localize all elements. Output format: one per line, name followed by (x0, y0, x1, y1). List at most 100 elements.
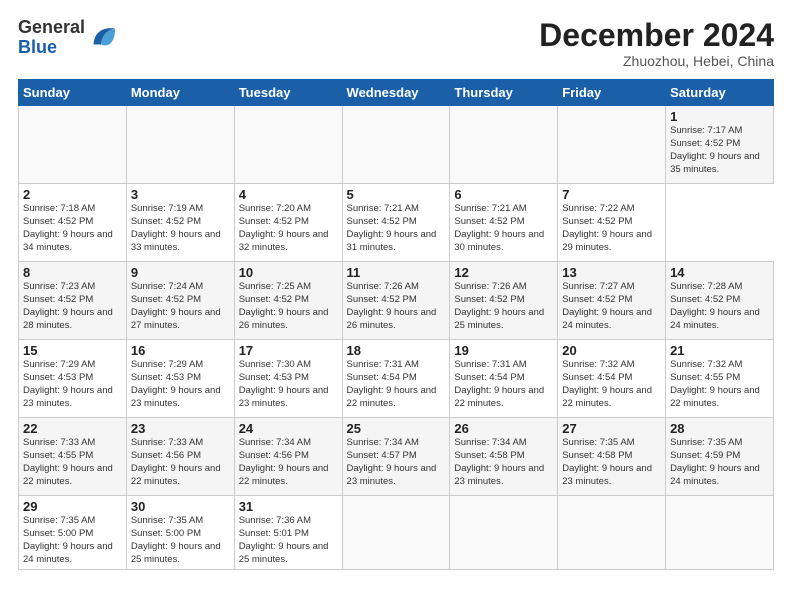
day-info: Sunrise: 7:34 AMSunset: 4:56 PMDaylight:… (239, 437, 329, 486)
day-info: Sunrise: 7:29 AMSunset: 4:53 PMDaylight:… (23, 359, 113, 408)
col-tuesday: Tuesday (234, 80, 342, 106)
day-info: Sunrise: 7:35 AMSunset: 5:00 PMDaylight:… (131, 515, 221, 564)
col-thursday: Thursday (450, 80, 558, 106)
day-info: Sunrise: 7:32 AMSunset: 4:54 PMDaylight:… (562, 359, 652, 408)
day-info: Sunrise: 7:29 AMSunset: 4:53 PMDaylight:… (131, 359, 221, 408)
day-info: Sunrise: 7:31 AMSunset: 4:54 PMDaylight:… (454, 359, 544, 408)
day-number: 8 (23, 265, 122, 280)
table-row: 25Sunrise: 7:34 AMSunset: 4:57 PMDayligh… (342, 418, 450, 496)
table-row: 4Sunrise: 7:20 AMSunset: 4:52 PMDaylight… (234, 184, 342, 262)
title-block: December 2024 Zhuozhou, Hebei, China (539, 18, 774, 69)
calendar-table: Sunday Monday Tuesday Wednesday Thursday… (18, 79, 774, 570)
day-info: Sunrise: 7:19 AMSunset: 4:52 PMDaylight:… (131, 203, 221, 252)
table-row: 30Sunrise: 7:35 AMSunset: 5:00 PMDayligh… (126, 496, 234, 570)
day-info: Sunrise: 7:24 AMSunset: 4:52 PMDaylight:… (131, 281, 221, 330)
col-friday: Friday (558, 80, 666, 106)
day-number: 11 (347, 265, 446, 280)
day-number: 7 (562, 187, 661, 202)
day-info: Sunrise: 7:26 AMSunset: 4:52 PMDaylight:… (347, 281, 437, 330)
day-number: 19 (454, 343, 553, 358)
day-number: 26 (454, 421, 553, 436)
day-number: 16 (131, 343, 230, 358)
table-row: 24Sunrise: 7:34 AMSunset: 4:56 PMDayligh… (234, 418, 342, 496)
page-header: General Blue December 2024 Zhuozhou, Heb… (18, 18, 774, 69)
day-number: 1 (670, 109, 769, 124)
day-number: 18 (347, 343, 446, 358)
day-number: 17 (239, 343, 338, 358)
day-number: 2 (23, 187, 122, 202)
table-row: 8Sunrise: 7:23 AMSunset: 4:52 PMDaylight… (19, 262, 127, 340)
empty-cell (558, 106, 666, 184)
empty-cell (342, 106, 450, 184)
table-row: 20Sunrise: 7:32 AMSunset: 4:54 PMDayligh… (558, 340, 666, 418)
day-info: Sunrise: 7:27 AMSunset: 4:52 PMDaylight:… (562, 281, 652, 330)
day-number: 25 (347, 421, 446, 436)
table-row: 9Sunrise: 7:24 AMSunset: 4:52 PMDaylight… (126, 262, 234, 340)
empty-cell (19, 106, 127, 184)
table-row (342, 496, 450, 570)
logo-general: General (18, 18, 85, 38)
day-info: Sunrise: 7:21 AMSunset: 4:52 PMDaylight:… (454, 203, 544, 252)
logo-icon (89, 24, 117, 52)
day-info: Sunrise: 7:30 AMSunset: 4:53 PMDaylight:… (239, 359, 329, 408)
table-row: 17Sunrise: 7:30 AMSunset: 4:53 PMDayligh… (234, 340, 342, 418)
logo-text: General Blue (18, 18, 85, 58)
day-info: Sunrise: 7:26 AMSunset: 4:52 PMDaylight:… (454, 281, 544, 330)
day-info: Sunrise: 7:35 AMSunset: 5:00 PMDaylight:… (23, 515, 113, 564)
day-number: 29 (23, 499, 122, 514)
day-info: Sunrise: 7:22 AMSunset: 4:52 PMDaylight:… (562, 203, 652, 252)
calendar-header-row: Sunday Monday Tuesday Wednesday Thursday… (19, 80, 774, 106)
table-row: 12Sunrise: 7:26 AMSunset: 4:52 PMDayligh… (450, 262, 558, 340)
table-row: 11Sunrise: 7:26 AMSunset: 4:52 PMDayligh… (342, 262, 450, 340)
day-info: Sunrise: 7:36 AMSunset: 5:01 PMDaylight:… (239, 515, 329, 564)
day-number: 20 (562, 343, 661, 358)
col-sunday: Sunday (19, 80, 127, 106)
day-number: 4 (239, 187, 338, 202)
table-row: 28Sunrise: 7:35 AMSunset: 4:59 PMDayligh… (666, 418, 774, 496)
day-info: Sunrise: 7:33 AMSunset: 4:55 PMDaylight:… (23, 437, 113, 486)
day-info: Sunrise: 7:35 AMSunset: 4:58 PMDaylight:… (562, 437, 652, 486)
day-number: 6 (454, 187, 553, 202)
table-row: 7Sunrise: 7:22 AMSunset: 4:52 PMDaylight… (558, 184, 666, 262)
day-number: 28 (670, 421, 769, 436)
table-row: 21Sunrise: 7:32 AMSunset: 4:55 PMDayligh… (666, 340, 774, 418)
col-monday: Monday (126, 80, 234, 106)
month-title: December 2024 (539, 18, 774, 53)
day-number: 15 (23, 343, 122, 358)
table-row: 1Sunrise: 7:17 AMSunset: 4:52 PMDaylight… (666, 106, 774, 184)
day-info: Sunrise: 7:34 AMSunset: 4:58 PMDaylight:… (454, 437, 544, 486)
day-number: 10 (239, 265, 338, 280)
day-number: 12 (454, 265, 553, 280)
col-wednesday: Wednesday (342, 80, 450, 106)
day-info: Sunrise: 7:17 AMSunset: 4:52 PMDaylight:… (670, 125, 760, 174)
day-info: Sunrise: 7:32 AMSunset: 4:55 PMDaylight:… (670, 359, 760, 408)
table-row: 3Sunrise: 7:19 AMSunset: 4:52 PMDaylight… (126, 184, 234, 262)
table-row: 14Sunrise: 7:28 AMSunset: 4:52 PMDayligh… (666, 262, 774, 340)
table-row: 19Sunrise: 7:31 AMSunset: 4:54 PMDayligh… (450, 340, 558, 418)
day-number: 14 (670, 265, 769, 280)
day-info: Sunrise: 7:21 AMSunset: 4:52 PMDaylight:… (347, 203, 437, 252)
table-row: 13Sunrise: 7:27 AMSunset: 4:52 PMDayligh… (558, 262, 666, 340)
day-number: 13 (562, 265, 661, 280)
empty-cell (450, 106, 558, 184)
day-number: 23 (131, 421, 230, 436)
day-info: Sunrise: 7:31 AMSunset: 4:54 PMDaylight:… (347, 359, 437, 408)
table-row: 16Sunrise: 7:29 AMSunset: 4:53 PMDayligh… (126, 340, 234, 418)
day-number: 3 (131, 187, 230, 202)
day-number: 22 (23, 421, 122, 436)
col-saturday: Saturday (666, 80, 774, 106)
day-number: 9 (131, 265, 230, 280)
location: Zhuozhou, Hebei, China (539, 53, 774, 69)
day-number: 24 (239, 421, 338, 436)
day-info: Sunrise: 7:25 AMSunset: 4:52 PMDaylight:… (239, 281, 329, 330)
day-number: 31 (239, 499, 338, 514)
table-row: 29Sunrise: 7:35 AMSunset: 5:00 PMDayligh… (19, 496, 127, 570)
empty-cell (234, 106, 342, 184)
table-row: 31Sunrise: 7:36 AMSunset: 5:01 PMDayligh… (234, 496, 342, 570)
day-number: 5 (347, 187, 446, 202)
table-row: 27Sunrise: 7:35 AMSunset: 4:58 PMDayligh… (558, 418, 666, 496)
table-row (450, 496, 558, 570)
day-info: Sunrise: 7:20 AMSunset: 4:52 PMDaylight:… (239, 203, 329, 252)
page-container: General Blue December 2024 Zhuozhou, Heb… (0, 0, 792, 580)
table-row: 23Sunrise: 7:33 AMSunset: 4:56 PMDayligh… (126, 418, 234, 496)
